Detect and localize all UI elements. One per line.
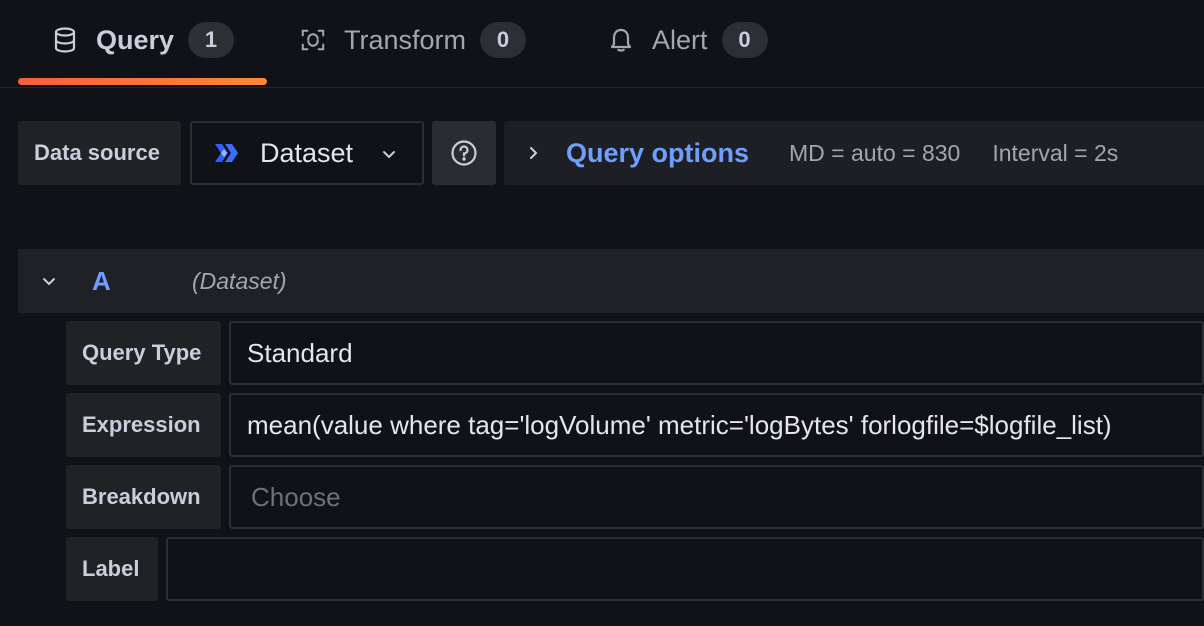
tab-alert-count: 0: [721, 22, 768, 58]
expression-field[interactable]: mean(value where tag='logVolume' metric=…: [229, 393, 1204, 457]
tab-transform[interactable]: Transform 0: [300, 0, 527, 88]
query-ref-id[interactable]: A: [92, 266, 192, 297]
breakdown-select[interactable]: Choose: [229, 465, 1204, 529]
transform-icon: [300, 27, 326, 53]
tab-query-count: 1: [188, 22, 235, 58]
tab-transform-label: Transform: [344, 24, 467, 55]
chevron-down-icon: [43, 278, 55, 286]
max-data-points-info: MD = auto = 830: [789, 139, 961, 166]
label-label: Label: [66, 537, 158, 601]
datasource-picker[interactable]: Dataset: [190, 121, 424, 185]
expression-label: Expression: [66, 393, 221, 457]
tab-alert-label: Alert: [652, 24, 708, 55]
tab-query[interactable]: Query 1: [52, 0, 235, 88]
dataset-logo-icon: [215, 144, 238, 162]
chevron-down-icon: [383, 151, 395, 159]
collapse-query-button[interactable]: [40, 272, 58, 290]
active-tab-indicator: [18, 78, 267, 85]
interval-info: Interval = 2s: [992, 139, 1119, 166]
query-type-label: Query Type: [66, 321, 221, 385]
label-field[interactable]: [166, 537, 1204, 601]
query-options-bar: Query options MD = auto = 830 Interval =…: [504, 121, 1204, 185]
query-editor-tabs: Query 1 Transform 0 Alert 0: [0, 0, 1204, 88]
question-circle-icon: [451, 140, 477, 166]
query-options-toggle[interactable]: Query options: [566, 138, 749, 169]
database-icon: [52, 27, 78, 53]
tab-query-label: Query: [96, 24, 175, 55]
datasource-selected: Dataset: [260, 137, 354, 168]
tab-alert[interactable]: Alert 0: [608, 0, 768, 88]
query-row-header: A (Dataset): [18, 249, 1204, 313]
query-datasource-name: (Dataset): [192, 267, 287, 294]
tab-transform-count: 0: [480, 22, 527, 58]
query-type-field[interactable]: Standard: [229, 321, 1204, 385]
datasource-help-button[interactable]: [432, 121, 496, 185]
breakdown-label: Breakdown: [66, 465, 221, 529]
bell-icon: [608, 27, 634, 53]
datasource-label: Data source: [18, 121, 181, 185]
chevron-right-icon[interactable]: [526, 144, 542, 162]
